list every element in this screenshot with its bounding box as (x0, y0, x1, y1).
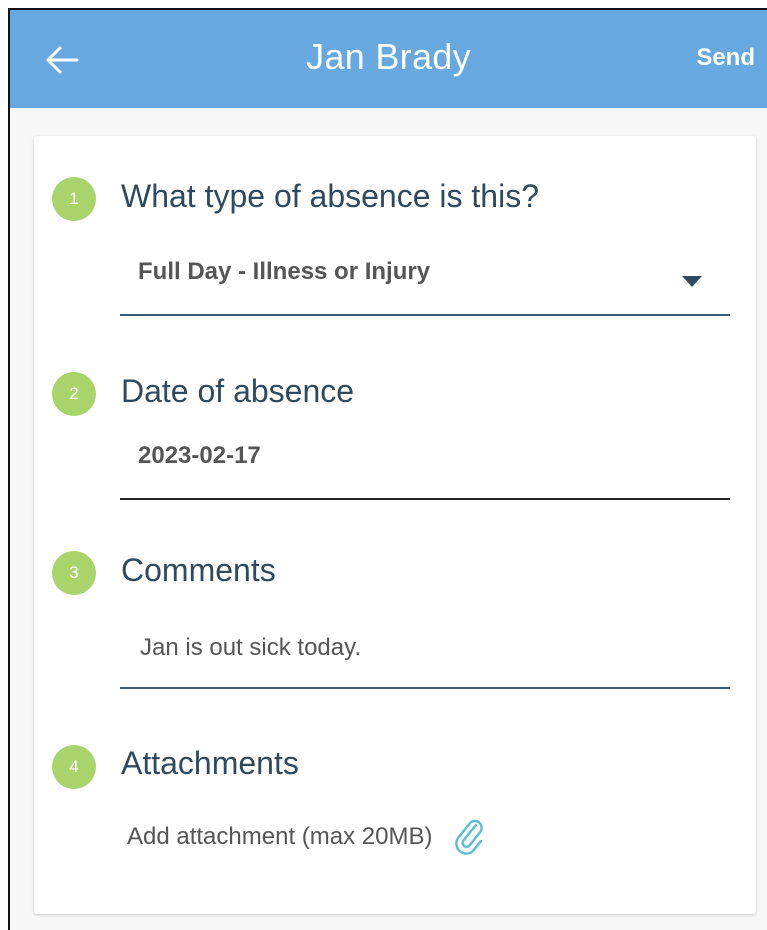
question-attachments: Attachments (121, 745, 299, 781)
question-date-of-absence: Date of absence (121, 373, 355, 409)
field-underline (120, 314, 730, 316)
app-bar: Jan Brady Send (10, 10, 767, 108)
paperclip-icon (454, 819, 486, 855)
absence-type-value: Full Day - Illness or Injury (138, 258, 431, 285)
comments-value: Jan is out sick today. (140, 634, 361, 661)
app-screen: Jan Brady Send 1 What type of absence is… (8, 8, 767, 930)
question-absence-type: What type of absence is this? (121, 178, 539, 214)
step-number-2: 2 (52, 372, 96, 416)
chevron-down-icon (682, 276, 702, 287)
absence-type-select[interactable]: Full Day - Illness or Injury (120, 236, 730, 316)
add-attachment-label: Add attachment (max 20MB) (127, 823, 433, 850)
date-of-absence-value: 2023-02-17 (138, 442, 261, 469)
date-of-absence-field[interactable]: 2023-02-17 (120, 430, 730, 500)
step-number-3: 3 (52, 551, 96, 595)
page-title: Jan Brady (306, 36, 471, 77)
step-number-4: 4 (52, 745, 96, 789)
absence-form-card: 1 What type of absence is this? Full Day… (34, 136, 756, 914)
send-button[interactable]: Send (696, 44, 755, 72)
comments-field[interactable]: Jan is out sick today. (120, 612, 730, 689)
step-number-1: 1 (52, 177, 96, 221)
add-attachment-button[interactable]: Add attachment (max 20MB) (127, 819, 486, 855)
field-underline (120, 687, 730, 689)
question-comments: Comments (121, 552, 276, 588)
field-underline (120, 498, 730, 500)
